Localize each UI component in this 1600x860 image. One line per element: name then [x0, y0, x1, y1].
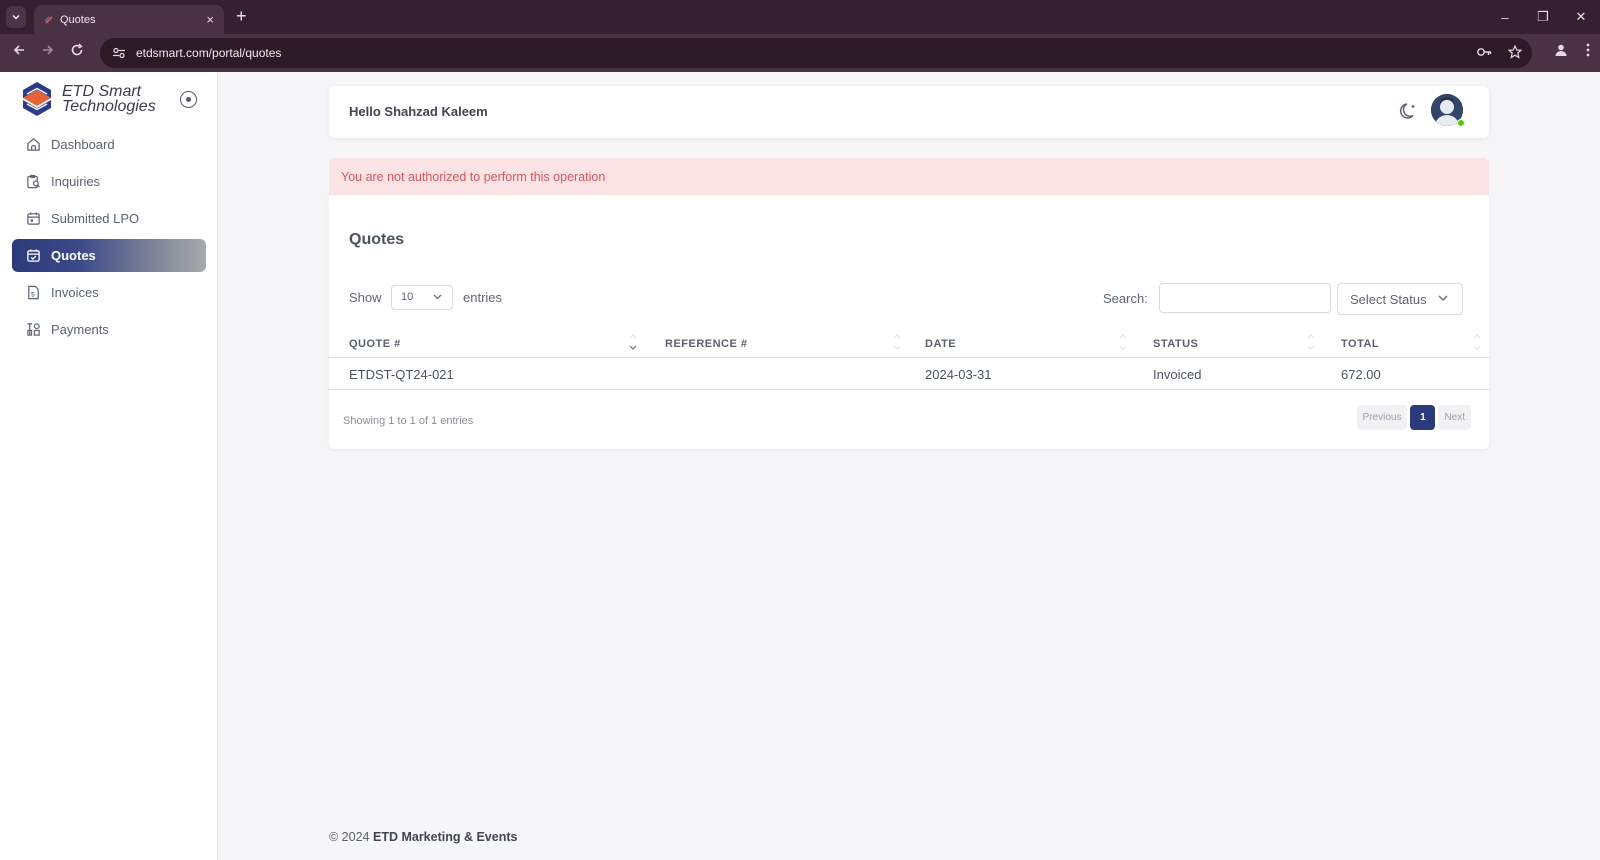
dark-mode-toggle-icon[interactable] [1399, 101, 1419, 121]
page-length-select[interactable]: 10 [391, 285, 453, 310]
minimize-button[interactable]: – [1486, 10, 1524, 25]
forward-icon[interactable] [41, 43, 55, 57]
sort-icon[interactable] [1307, 333, 1315, 351]
page-footer: © 2024 ETD Marketing & Events [329, 830, 517, 844]
sidebar-item-label: Quotes [51, 248, 96, 263]
greeting-text: Hello Shahzad Kaleem [349, 104, 488, 119]
sidebar-collapse-button[interactable] [180, 91, 197, 108]
chevron-down-icon [1438, 295, 1448, 301]
sidebar: ETD Smart Technologies Dashboard Inquiri… [0, 72, 218, 860]
sidebar-item-quotes[interactable]: Quotes [12, 239, 206, 272]
sidebar-menu: Dashboard Inquiries Submitted LPO Quotes… [12, 128, 206, 350]
sidebar-item-label: Dashboard [51, 137, 115, 152]
more-menu-icon[interactable] [1586, 43, 1590, 57]
error-alert: You are not authorized to perform this o… [329, 158, 1489, 195]
etd-logo-icon [23, 82, 51, 116]
page-length-value: 10 [401, 291, 414, 303]
sort-desc-icon[interactable] [629, 333, 637, 351]
reload-icon[interactable] [70, 43, 84, 57]
browser-toolbar: etdsmart.com/portal/quotes [0, 34, 1600, 72]
table-row[interactable]: ETDST-QT24-021 2024-03-31 Invoiced 672.0… [329, 358, 1489, 390]
restore-button[interactable]: ❐ [1524, 9, 1562, 25]
top-navbar: Hello Shahzad Kaleem [329, 86, 1489, 138]
browser-tab-bar: Quotes × + – ❐ ✕ [0, 0, 1600, 34]
url-text: etdsmart.com/portal/quotes [136, 46, 282, 60]
table-header-row: QUOTE # REFERENCE # DATE STATUS TOTAL [329, 327, 1489, 358]
back-icon[interactable] [12, 43, 26, 57]
pagination-page-button[interactable]: 1 [1410, 405, 1436, 430]
sidebar-item-label: Inquiries [51, 174, 101, 189]
column-header-total[interactable]: TOTAL [1341, 338, 1379, 350]
sidebar-item-label: Payments [51, 322, 109, 337]
sidebar-item-inquiries[interactable]: Inquiries [12, 165, 206, 198]
table-info: Showing 1 to 1 of 1 entries [343, 415, 474, 427]
radio-dot-icon [186, 97, 191, 102]
status-filter-value: Select Status [1350, 292, 1427, 307]
sidebar-item-label: Submitted LPO [51, 211, 140, 226]
pagination: Previous 1 Next [1356, 405, 1471, 430]
tab-close-button[interactable]: × [206, 13, 214, 26]
search-label: Search: [1103, 291, 1148, 306]
quotes-card: Quotes Show 10 entries Search: Select St… [329, 195, 1489, 449]
company-name: ETD Marketing & Events [372, 830, 518, 844]
sidebar-item-payments[interactable]: Payments [12, 313, 206, 346]
home-icon [27, 138, 40, 151]
address-bar[interactable]: etdsmart.com/portal/quotes [100, 38, 1532, 68]
search-input[interactable] [1159, 283, 1331, 313]
sort-icon[interactable] [1473, 333, 1481, 351]
brand-logo[interactable]: ETD Smart Technologies [20, 80, 156, 118]
inquiry-icon [27, 174, 41, 189]
copyright-text: © 2024 [329, 830, 370, 844]
new-tab-button[interactable]: + [236, 7, 247, 25]
close-window-button[interactable]: ✕ [1562, 9, 1600, 25]
alert-message: You are not authorized to perform this o… [341, 170, 606, 184]
sort-icon[interactable] [893, 333, 901, 351]
sort-icon[interactable] [1119, 333, 1127, 351]
sidebar-item-invoices[interactable]: $ Invoices [12, 276, 206, 309]
card-title: Quotes [349, 231, 405, 248]
calendar-check-icon [27, 249, 40, 262]
tab-title: Quotes [60, 13, 96, 26]
sidebar-item-submitted-lpo[interactable]: Submitted LPO [12, 202, 206, 235]
cell-total: 672.00 [1341, 367, 1381, 382]
tab-search-button[interactable] [6, 6, 26, 28]
brand-name-line2: Technologies [62, 98, 156, 115]
cell-date: 2024-03-31 [925, 367, 992, 382]
status-filter-select[interactable]: Select Status [1337, 283, 1463, 315]
pagination-next-button[interactable]: Next [1438, 405, 1471, 430]
show-label: Show [349, 290, 382, 305]
cell-quote-number[interactable]: ETDST-QT24-021 [349, 367, 454, 382]
chevron-down-icon [433, 294, 442, 300]
invoice-icon: $ [28, 285, 39, 300]
column-header-quote[interactable]: QUOTE # [349, 338, 401, 350]
chevron-down-icon [12, 14, 20, 20]
payments-icon [27, 323, 40, 336]
column-header-reference[interactable]: REFERENCE # [665, 338, 748, 350]
online-status-dot [1457, 119, 1465, 127]
pagination-previous-button[interactable]: Previous [1356, 405, 1408, 430]
window-controls: – ❐ ✕ [1486, 0, 1600, 34]
calendar-icon [27, 212, 40, 225]
browser-tab[interactable]: Quotes × [34, 5, 224, 34]
sidebar-item-dashboard[interactable]: Dashboard [12, 128, 206, 161]
entries-label: entries [463, 290, 503, 305]
column-header-date[interactable]: DATE [925, 338, 956, 350]
site-info-icon[interactable] [112, 47, 126, 59]
password-key-icon[interactable] [1476, 45, 1492, 59]
svg-text:$: $ [31, 291, 35, 298]
site-favicon-icon [44, 15, 53, 24]
brand-name-line1: ETD Smart [62, 83, 142, 100]
bookmark-star-icon[interactable] [1508, 45, 1522, 59]
column-header-status[interactable]: STATUS [1153, 338, 1198, 350]
sidebar-item-label: Invoices [51, 285, 99, 300]
cell-status: Invoiced [1153, 367, 1202, 382]
profile-icon[interactable] [1554, 43, 1568, 57]
